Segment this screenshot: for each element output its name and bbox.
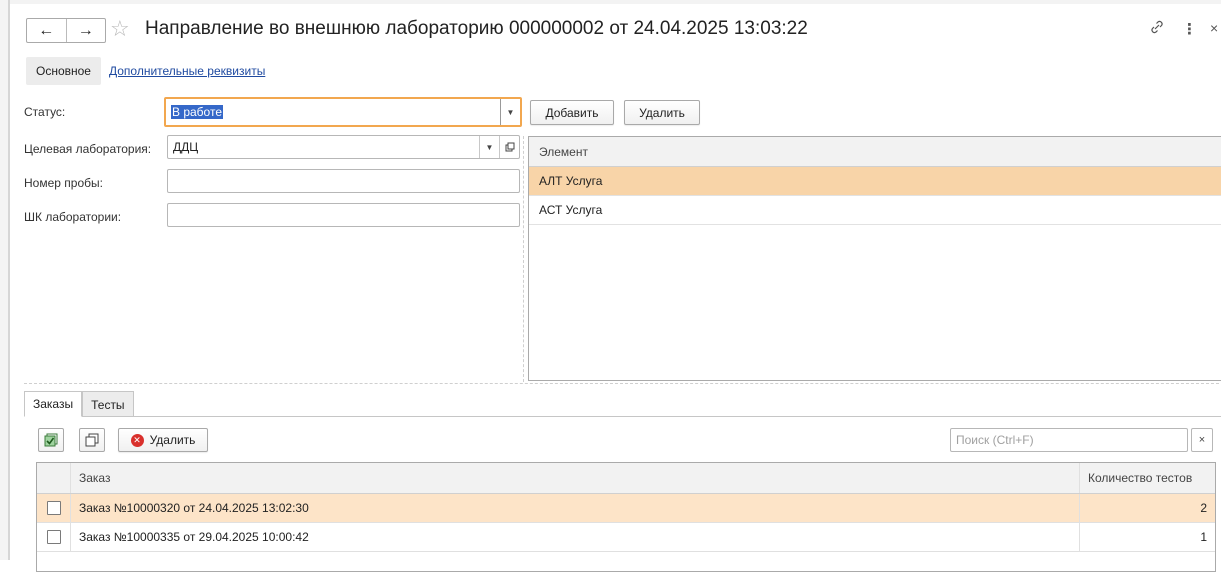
page-title: Направление во внешнюю лабораторию 00000… [145,18,808,39]
column-divider [523,136,524,382]
section-divider [24,383,1221,384]
chevron-down-icon[interactable]: ▼ [500,99,520,125]
column-header-test-count[interactable]: Количество тестов [1080,463,1215,493]
target-lab-select[interactable]: ДДЦ ▼ [167,135,520,159]
clear-search-icon[interactable]: × [1191,428,1213,452]
close-icon[interactable]: × [1210,20,1218,36]
tab-main[interactable]: Основное [26,57,101,85]
status-value: В работе [171,105,224,119]
target-lab-label: Целевая лаборатория: [24,142,152,156]
table-row[interactable]: Заказ №10000320 от 24.04.2025 13:02:30 2 [37,494,1215,523]
more-menu-icon[interactable]: ⋮ [1182,20,1197,38]
column-header-order[interactable]: Заказ [71,463,1080,493]
chevron-down-icon[interactable]: ▼ [479,136,499,158]
delete-order-button[interactable]: ✕ Удалить [118,428,208,452]
delete-order-label: Удалить [149,433,196,447]
lab-barcode-label: ШК лаборатории: [24,210,122,224]
order-cell: Заказ №10000320 от 24.04.2025 13:02:30 [71,494,1080,522]
row-checkbox[interactable] [46,530,61,544]
order-cell: Заказ №10000335 от 29.04.2025 10:00:42 [71,523,1080,551]
tab-orders[interactable]: Заказы [24,391,83,417]
row-checkbox[interactable] [46,501,61,515]
check-all-icon[interactable] [38,428,64,452]
bottom-tabs: Заказы Тесты [24,391,134,417]
favorite-star-icon[interactable]: ☆ [110,16,130,42]
search-input[interactable] [950,428,1188,452]
row-checkbox-cell [37,523,71,551]
orders-table: Заказ Количество тестов Заказ №10000320 … [36,462,1216,572]
table-row[interactable]: АЛТ Услуга [529,167,1221,196]
copy-icon[interactable] [79,428,105,452]
elements-table: Элемент АЛТ Услуга АСТ Услуга [528,136,1221,381]
tabs-baseline [24,416,1221,417]
table-row[interactable]: Заказ №10000335 от 29.04.2025 10:00:42 1 [37,523,1215,552]
table-row[interactable]: АСТ Услуга [529,196,1221,225]
table-header-row: Заказ Количество тестов [37,463,1215,494]
delete-icon: ✕ [130,433,144,447]
sample-number-input[interactable] [167,169,520,193]
top-border [10,0,1221,4]
tab-additional-details[interactable]: Дополнительные реквизиты [109,64,265,78]
column-header-element[interactable]: Элемент [529,137,1221,167]
left-panel-edge [0,0,10,560]
test-count-cell: 2 [1200,501,1207,515]
tab-tests[interactable]: Тесты [82,391,134,417]
form-tabs: Основное Дополнительные реквизиты [26,56,265,86]
status-label: Статус: [24,105,66,119]
forward-button[interactable]: → [65,19,106,42]
open-icon[interactable] [499,136,519,158]
row-checkbox-cell [37,494,71,522]
add-button[interactable]: Добавить [530,100,614,125]
link-icon[interactable] [1150,20,1164,38]
checkbox-column-header [37,463,71,493]
lab-barcode-input[interactable] [167,203,520,227]
status-select[interactable]: В работе ▼ [164,97,522,127]
sample-number-label: Номер пробы: [24,176,103,190]
back-button[interactable]: ← [27,19,66,42]
test-count-cell: 1 [1200,530,1207,544]
target-lab-value: ДДЦ [173,140,199,154]
delete-element-button[interactable]: Удалить [624,100,700,125]
navigation-buttons: ← → [26,18,106,43]
